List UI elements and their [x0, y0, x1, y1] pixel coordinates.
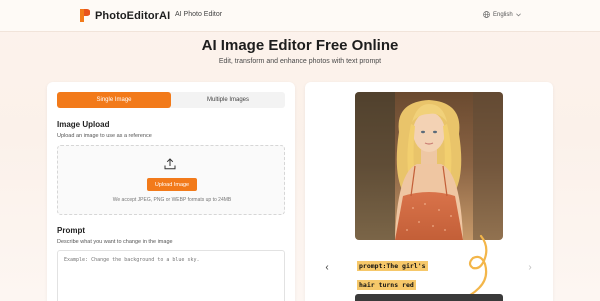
prompt-input[interactable]: [57, 250, 285, 301]
globe-icon: [483, 11, 490, 18]
prompt-caption: prompt:The girl's hair turns red: [357, 255, 428, 293]
tab-single-image[interactable]: Single Image: [57, 92, 171, 108]
caption-line-1: prompt:The girl's: [357, 261, 428, 271]
page-title: AI Image Editor Free Online: [201, 37, 399, 54]
chevron-right-icon[interactable]: ›: [525, 262, 535, 273]
chevron-left-icon[interactable]: ‹: [322, 262, 332, 273]
nav-ai-photo-editor[interactable]: AI Photo Editor: [175, 11, 222, 18]
next-example-photo: [355, 294, 503, 301]
prompt-section-description: Describe what you want to change in the …: [57, 239, 173, 245]
caption-line-2: hair turns red: [357, 280, 416, 290]
chevron-down-icon: [515, 12, 521, 17]
swirl-decoration-icon: [455, 234, 495, 301]
upload-section-title: Image Upload: [57, 120, 110, 129]
upload-icon: [164, 158, 176, 170]
upload-section-description: Upload an image to use as a reference: [57, 133, 152, 139]
top-header: PhotoEditorAI AI Photo Editor English: [0, 0, 600, 32]
tab-multiple-images[interactable]: Multiple Images: [171, 92, 285, 108]
upload-dropzone[interactable]: Upload Image We accept JPEG, PNG or WEBP…: [57, 145, 285, 215]
prompt-section-title: Prompt: [57, 226, 85, 235]
page-subtitle: Edit, transform and enhance photos with …: [218, 58, 382, 65]
brand-name: PhotoEditorAI: [95, 9, 171, 22]
preview-panel: prompt:The girl's hair turns red ‹ ›: [305, 82, 553, 301]
logo-icon: [80, 9, 90, 22]
brand-logo[interactable]: PhotoEditorAI: [80, 9, 170, 22]
editor-panel: Single Image Multiple Images Image Uploa…: [47, 82, 295, 301]
upload-format-note: We accept JPEG, PNG or WEBP formats up t…: [112, 197, 232, 203]
mode-toggle: Single Image Multiple Images: [57, 92, 285, 108]
upload-image-button[interactable]: Upload Image: [147, 178, 197, 191]
example-photo: [355, 92, 503, 240]
language-label: English: [493, 11, 513, 18]
language-selector[interactable]: English: [483, 11, 521, 18]
